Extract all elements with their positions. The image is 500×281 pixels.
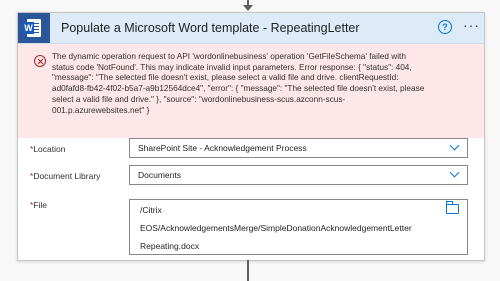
word-icon: W — [18, 13, 50, 43]
location-label: *Location — [30, 144, 65, 154]
file-path-line: EOS/AcknowledgementsMerge/SimpleDonation… — [140, 223, 412, 233]
connector-arrow-top — [243, 0, 253, 11]
folder-icon[interactable] — [446, 201, 459, 214]
more-options-button[interactable]: ··· — [463, 17, 480, 33]
document-library-label: *Document Library — [30, 171, 100, 181]
location-dropdown[interactable]: SharePoint Site - Acknowledgement Proces… — [129, 138, 468, 158]
error-line: The dynamic operation request to API 'wo… — [52, 52, 406, 61]
connector-arrow-bottom — [247, 260, 249, 281]
error-line: "message": "The selected file doesn't ex… — [52, 73, 399, 83]
error-message: The dynamic operation request to API 'wo… — [52, 52, 478, 116]
error-line: status code 'NotFound'. This may indicat… — [52, 62, 412, 72]
error-line: 001.p.azurewebsites.net" } — [52, 105, 150, 115]
error-line: select a valid file and drive." }, "sour… — [52, 94, 346, 104]
file-label-text: File — [33, 200, 48, 210]
file-label: *File — [30, 200, 47, 210]
file-path-line: Repeating.docx — [140, 241, 200, 251]
help-icon[interactable]: ? — [438, 20, 452, 34]
document-library-label-text: Document Library — [33, 171, 101, 181]
error-banner: The dynamic operation request to API 'wo… — [18, 44, 484, 138]
error-icon — [34, 55, 46, 67]
chevron-down-icon[interactable] — [449, 140, 460, 151]
action-card: W Populate a Microsoft Word template - R… — [17, 12, 485, 261]
error-line: ad0fafd8-fb42-4f02-b5a7-a9b12564dce4", "… — [52, 84, 425, 94]
action-title[interactable]: Populate a Microsoft Word template - Rep… — [61, 21, 360, 35]
chevron-down-icon[interactable] — [449, 167, 460, 178]
document-library-value: Documents — [138, 170, 181, 180]
file-input[interactable]: /Citrix EOS/AcknowledgementsMerge/Simple… — [129, 199, 468, 255]
action-header[interactable]: W Populate a Microsoft Word template - R… — [18, 13, 484, 44]
location-label-text: Location — [33, 144, 66, 154]
document-library-dropdown[interactable]: Documents — [129, 165, 468, 185]
file-path-line: /Citrix — [140, 205, 162, 215]
location-value: SharePoint Site - Acknowledgement Proces… — [138, 143, 307, 153]
